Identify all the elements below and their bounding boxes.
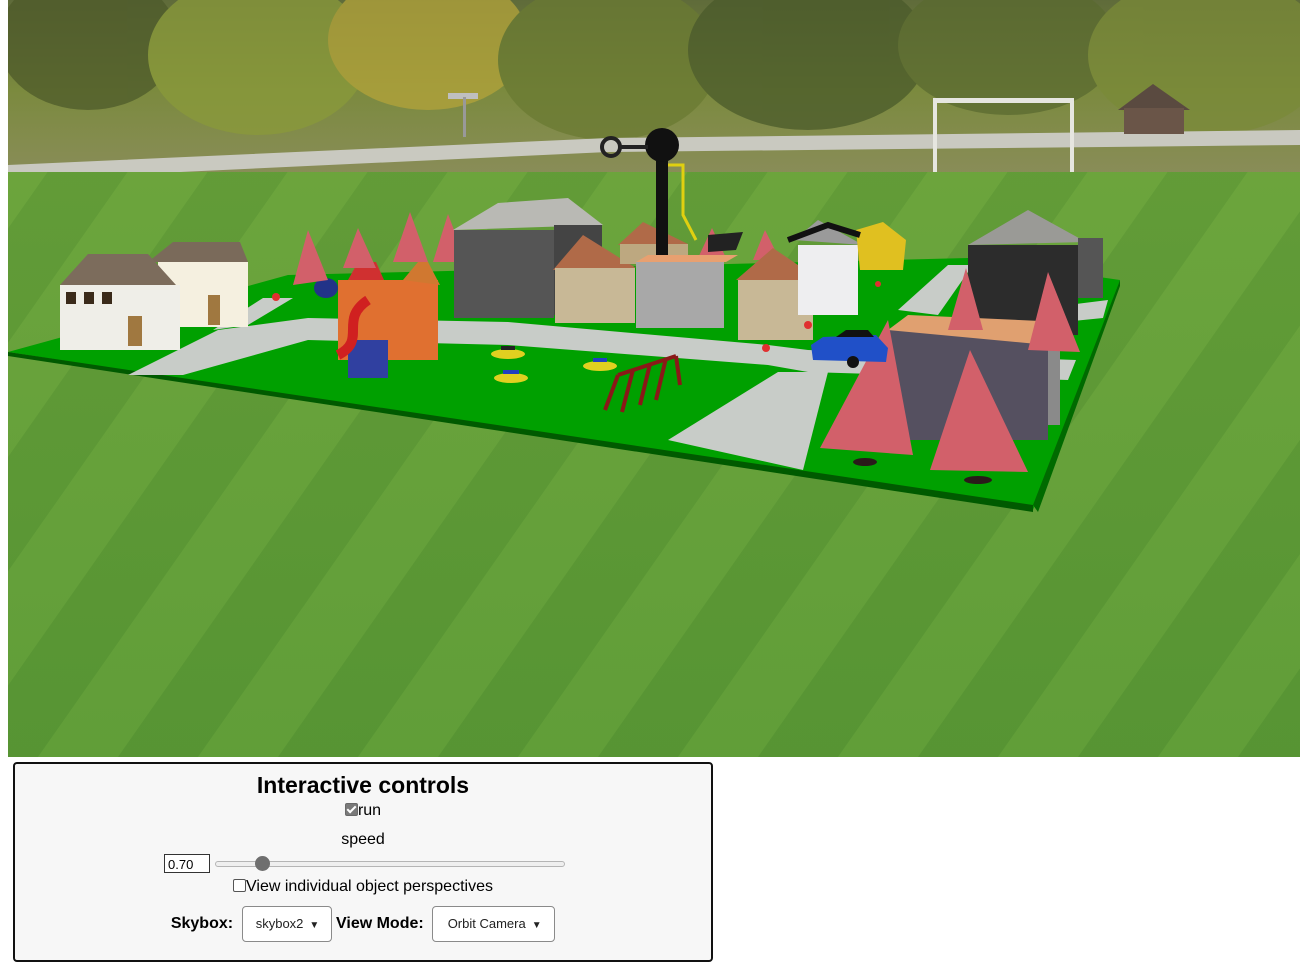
select-row: Skybox: skybox2 ▼ View Mode: Orbit Camera…: [15, 906, 711, 942]
chevron-down-icon: ▼: [309, 920, 320, 931]
run-checkbox[interactable]: [344, 803, 358, 816]
speed-label: speed: [341, 831, 385, 848]
chevron-down-icon: ▼: [531, 920, 542, 931]
scene-drawing: [8, 0, 1300, 757]
skybox-select[interactable]: skybox2 ▼: [241, 906, 332, 942]
speed-slider-row: 0.70: [15, 854, 711, 874]
controls-title: Interactive controls: [256, 772, 470, 798]
interactive-controls-panel: Interactive controls run speed 0.70 View…: [13, 762, 713, 962]
perspectives-row: View individual object perspectives: [15, 878, 711, 896]
run-label: run: [357, 802, 382, 819]
perspectives-label: View individual object perspectives: [246, 878, 493, 895]
view-mode-select[interactable]: Orbit Camera ▼: [432, 906, 556, 942]
view-mode-selected-value: Orbit Camera: [447, 916, 526, 931]
skybox-label: Skybox:: [170, 915, 234, 932]
3d-scene-canvas[interactable]: [8, 0, 1300, 757]
view-mode-label: View Mode:: [335, 915, 424, 932]
run-row: run: [15, 802, 711, 820]
skybox-selected-value: skybox2: [255, 916, 304, 931]
perspectives-checkbox[interactable]: [233, 879, 247, 892]
speed-slider-thumb[interactable]: [255, 856, 271, 871]
speed-value-input[interactable]: 0.70: [164, 854, 210, 873]
speed-label-row: speed: [15, 831, 711, 849]
